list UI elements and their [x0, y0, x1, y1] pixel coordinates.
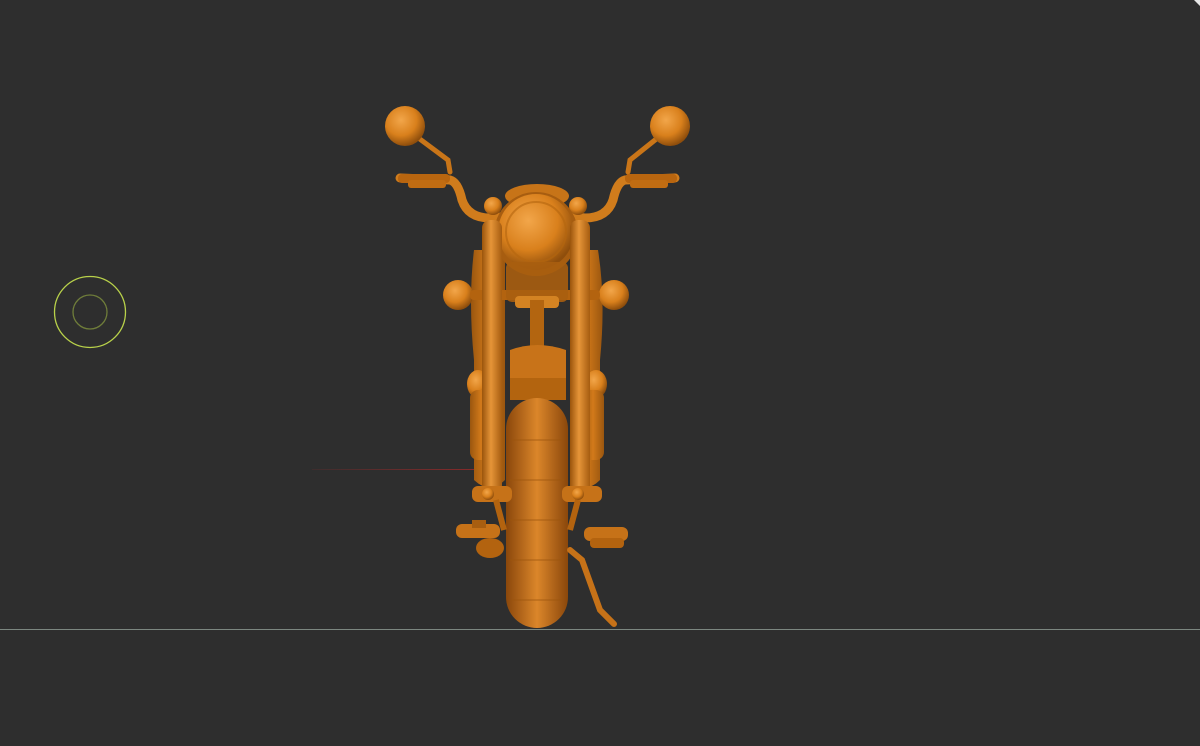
front-tire	[506, 398, 568, 628]
right-turn-signal	[599, 280, 629, 310]
right-mirror	[625, 106, 690, 175]
motorcycle-model[interactable]	[0, 0, 1200, 746]
front-fender	[510, 345, 566, 400]
kickstand	[567, 547, 617, 627]
left-mirror	[385, 106, 453, 175]
3d-viewport[interactable]	[0, 0, 1200, 746]
left-turn-signal	[443, 280, 473, 310]
